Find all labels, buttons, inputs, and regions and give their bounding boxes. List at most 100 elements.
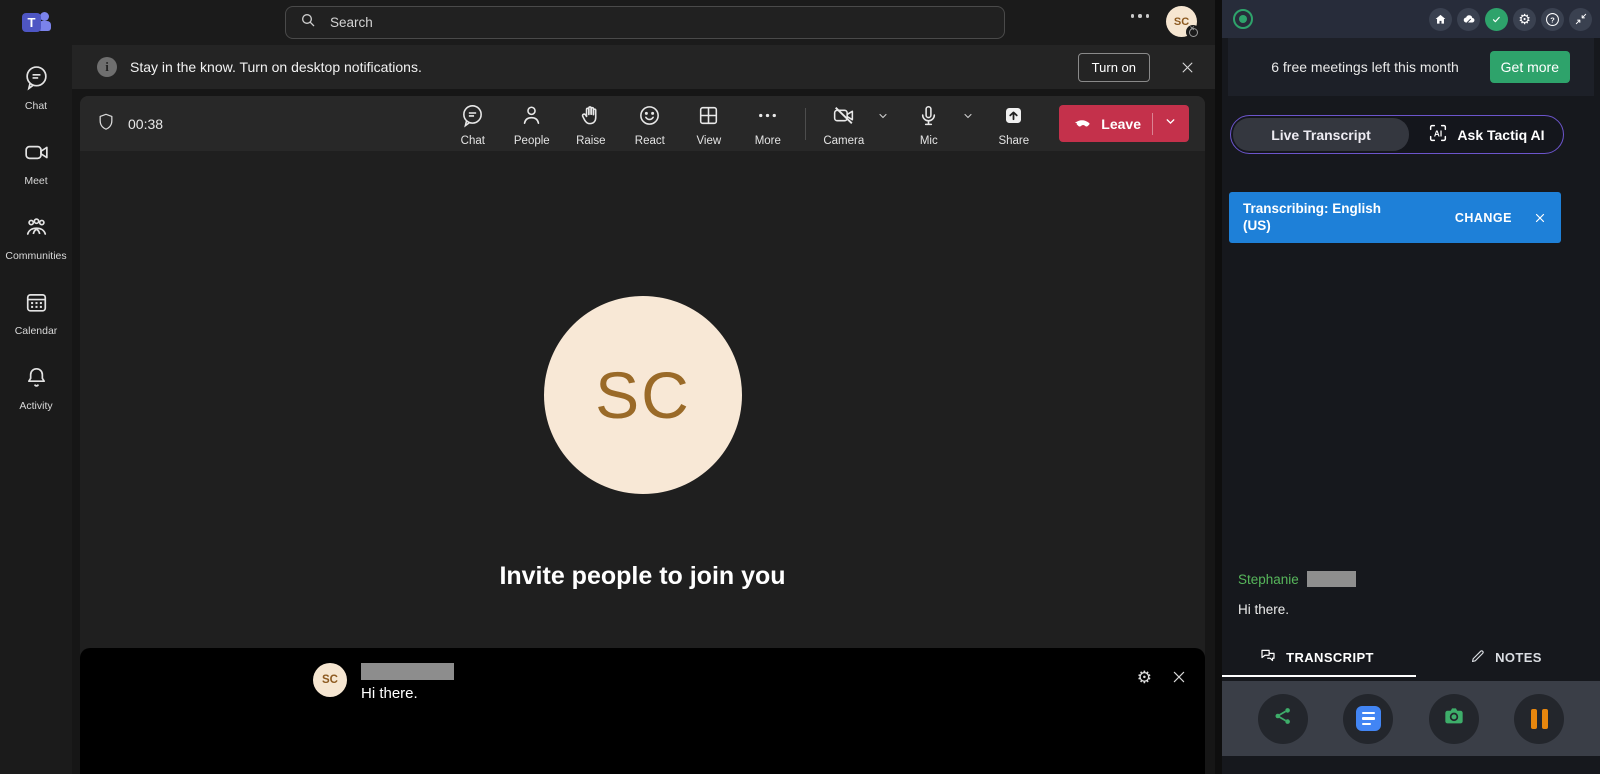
sidebar-item-label: Meet	[24, 175, 47, 187]
caption-settings-gear-icon[interactable]: ⚙	[1137, 668, 1152, 688]
share-screen-icon	[1001, 103, 1026, 133]
react-button[interactable]: React	[620, 101, 679, 147]
home-icon[interactable]	[1429, 8, 1452, 31]
sidebar-item-label: Activity	[19, 400, 52, 412]
transcript-text: Hi there.	[1238, 602, 1356, 617]
ellipsis-icon	[755, 103, 780, 133]
transcript-speaker: Stephanie	[1238, 572, 1299, 587]
cloud-icon[interactable]	[1457, 8, 1480, 31]
sidebar-item-meet[interactable]: Meet	[0, 125, 72, 200]
meeting-timer: 00:38	[96, 112, 163, 135]
camera-group: Camera	[814, 101, 889, 147]
free-meetings-banner: 6 free meetings left this month Get more	[1228, 38, 1594, 96]
captions-panel: SC Hi there. ⚙	[80, 648, 1205, 774]
speaker-name-redacted	[1307, 571, 1356, 587]
svg-text:?: ?	[1550, 15, 1555, 24]
people-button[interactable]: People	[502, 101, 561, 147]
get-more-button[interactable]: Get more	[1490, 51, 1570, 83]
info-icon: i	[97, 57, 117, 77]
share-button[interactable]: Share	[984, 101, 1043, 147]
people-icon	[519, 103, 544, 133]
screenshot-camera-button[interactable]	[1429, 694, 1479, 744]
panel-action-bar	[1222, 681, 1600, 756]
caption-close-icon[interactable]	[1171, 669, 1187, 690]
pencil-icon	[1469, 648, 1486, 668]
phone-hangup-icon	[1071, 110, 1093, 137]
camera-button[interactable]: Camera	[814, 101, 873, 147]
status-offline-icon	[1186, 25, 1200, 39]
notification-message: Stay in the know. Turn on desktop notifi…	[130, 59, 422, 75]
shield-icon	[96, 112, 116, 135]
stage-avatar: SC	[544, 296, 742, 494]
shield-check-icon[interactable]	[1485, 8, 1508, 31]
teams-main-area: Search SC i Stay in the know. Turn on de…	[72, 0, 1215, 774]
smiley-icon	[637, 103, 662, 133]
mic-group: Mic	[899, 101, 974, 147]
chat-icon	[460, 103, 485, 133]
sidebar-item-chat[interactable]: Chat	[0, 50, 72, 125]
tactiq-header: ⚙ ?	[1222, 0, 1600, 38]
teams-logo-icon[interactable]: T	[22, 8, 50, 34]
share-nodes-icon	[1271, 704, 1295, 733]
teams-app-sidebar: T Chat Meet Communities	[0, 0, 72, 774]
chat-icon	[23, 64, 50, 96]
pause-recording-button[interactable]	[1514, 694, 1564, 744]
close-icon[interactable]	[1534, 212, 1546, 224]
share-transcript-button[interactable]	[1258, 694, 1308, 744]
view-button[interactable]: View	[679, 101, 738, 147]
ai-brackets-icon: AI	[1427, 122, 1449, 147]
tactiq-logo-icon	[1233, 9, 1253, 29]
transcript-mode-tabs: Live Transcript AI Ask Tactiq AI	[1230, 115, 1564, 154]
search-icon	[300, 12, 316, 33]
turn-on-button[interactable]: Turn on	[1078, 53, 1150, 82]
app-window: T Chat Meet Communities	[0, 0, 1600, 774]
grid-view-icon	[696, 103, 721, 133]
more-options-icon[interactable]	[1131, 14, 1150, 18]
mic-button[interactable]: Mic	[899, 101, 958, 147]
close-icon[interactable]	[1180, 60, 1195, 75]
sidebar-item-label: Chat	[25, 100, 47, 112]
mic-dropdown-icon[interactable]	[962, 109, 974, 127]
sidebar-item-label: Communities	[5, 250, 66, 262]
toolbar-buttons: Chat People Raise React	[443, 101, 1189, 147]
tab-transcript[interactable]: TRANSCRIPT	[1222, 638, 1411, 677]
tab-notes[interactable]: NOTES	[1411, 638, 1600, 677]
transcribing-banner: Transcribing: English (US) CHANGE	[1229, 192, 1561, 243]
chat-button[interactable]: Chat	[443, 101, 502, 147]
active-tab-underline	[1222, 675, 1416, 677]
google-docs-button[interactable]	[1343, 694, 1393, 744]
notification-banner: i Stay in the know. Turn on desktop noti…	[72, 45, 1215, 89]
leave-button[interactable]: Leave	[1059, 105, 1189, 142]
video-camera-icon	[23, 139, 50, 171]
raise-hand-button[interactable]: Raise	[561, 101, 620, 147]
camera-icon	[1441, 703, 1467, 734]
svg-text:AI: AI	[1434, 129, 1442, 138]
raise-hand-icon	[578, 103, 603, 133]
search-input[interactable]: Search	[285, 6, 1005, 39]
change-language-button[interactable]: CHANGE	[1455, 211, 1512, 225]
meeting-toolbar: 00:38 Chat People Raise	[80, 96, 1205, 151]
leave-dropdown-icon[interactable]	[1164, 115, 1177, 133]
sidebar-item-calendar[interactable]: Calendar	[0, 275, 72, 350]
caption-text: Hi there.	[361, 685, 454, 702]
sidebar-nav: Chat Meet Communities Calendar	[0, 50, 72, 425]
collapse-icon[interactable]	[1569, 8, 1592, 31]
panel-bottom-tabs: TRANSCRIPT NOTES	[1222, 638, 1600, 677]
settings-gear-icon[interactable]: ⚙	[1513, 8, 1536, 31]
meetings-left-text: 6 free meetings left this month	[1260, 58, 1470, 77]
transcript-bubbles-icon	[1259, 647, 1277, 668]
camera-dropdown-icon[interactable]	[877, 109, 889, 127]
sidebar-item-communities[interactable]: Communities	[0, 200, 72, 275]
tab-live-transcript[interactable]: Live Transcript	[1233, 118, 1409, 151]
search-placeholder: Search	[330, 15, 373, 30]
more-button[interactable]: More	[738, 101, 797, 147]
teams-top-header: Search SC	[72, 0, 1215, 45]
sidebar-item-activity[interactable]: Activity	[0, 350, 72, 425]
transcript-entry: Stephanie Hi there.	[1238, 571, 1356, 617]
help-icon[interactable]: ?	[1541, 8, 1564, 31]
caption-speaker-avatar: SC	[313, 663, 347, 697]
bell-icon	[23, 364, 50, 396]
meeting-window: 00:38 Chat People Raise	[80, 96, 1205, 774]
tab-ask-tactiq-ai[interactable]: AI Ask Tactiq AI	[1409, 122, 1563, 147]
avatar[interactable]: SC	[1166, 6, 1197, 37]
